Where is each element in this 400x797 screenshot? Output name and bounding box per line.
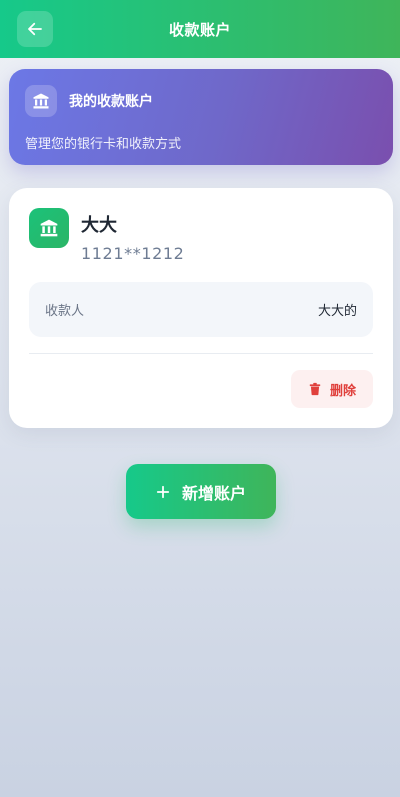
- payee-label: 收款人: [45, 304, 85, 319]
- banner-title: 我的收款账户: [69, 94, 153, 110]
- plus-icon: [156, 485, 170, 499]
- trash-icon: [308, 382, 322, 396]
- payee-row: 收款人 大大的: [29, 282, 373, 337]
- top-bar: 收款账户: [0, 0, 400, 58]
- banner-subtitle: 管理您的银行卡和收款方式: [25, 137, 182, 152]
- account-name: 大大: [81, 215, 117, 236]
- delete-label: 删除: [329, 383, 356, 399]
- account-card: 大大 1121**1212 收款人 大大的 删除: [9, 188, 393, 428]
- bank-icon: [29, 208, 69, 248]
- add-account-label: 新增账户: [181, 483, 246, 503]
- back-button[interactable]: [17, 11, 53, 47]
- arrow-left-icon: [26, 20, 44, 38]
- bank-icon: [25, 85, 57, 117]
- accounts-banner: 我的收款账户 管理您的银行卡和收款方式: [9, 69, 393, 165]
- account-number: 1121**1212: [81, 244, 185, 263]
- delete-button[interactable]: 删除: [291, 370, 373, 408]
- divider: [29, 353, 373, 354]
- add-account-button[interactable]: 新增账户: [126, 464, 276, 519]
- payee-value: 大大的: [317, 304, 357, 319]
- page-title: 收款账户: [168, 20, 231, 39]
